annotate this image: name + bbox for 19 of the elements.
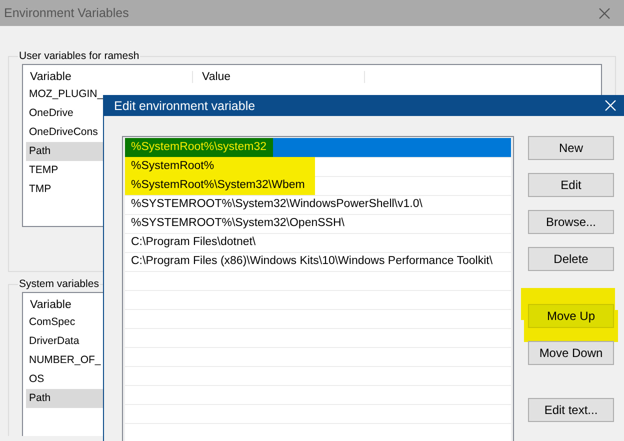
- dialog-button[interactable]: Browse...: [528, 210, 614, 234]
- list-item[interactable]: %SYSTEMROOT%\System32\OpenSSH\: [125, 214, 511, 233]
- dialog-button[interactable]: Delete: [528, 247, 614, 271]
- dialog-button[interactable]: Move Down: [528, 341, 614, 365]
- list-item[interactable]: C:\Program Files (x86)\Windows Kits\10\Windows Performance Toolkit\: [125, 252, 511, 271]
- window-title: Environment Variables: [4, 6, 129, 20]
- dialog-button[interactable]: Edit text...: [528, 398, 614, 422]
- list-item[interactable]: C:\Program Files\dotnet\: [125, 233, 511, 252]
- list-item[interactable]: %SystemRoot%\system32: [125, 138, 511, 157]
- column-header: Value: [198, 70, 365, 82]
- column-header: Variable: [26, 70, 193, 82]
- list-item[interactable]: %SYSTEMROOT%\System32\WindowsPowerShell\v1.0\: [125, 195, 511, 214]
- group-label: User variables for ramesh: [18, 50, 140, 62]
- list-item[interactable]: %SystemRoot%\System32\Wbem: [125, 176, 315, 195]
- window-title: Edit environment variable: [114, 98, 256, 112]
- group-label: System variables: [18, 278, 100, 290]
- dialog-button[interactable]: Edit: [528, 173, 614, 197]
- dialog-button[interactable]: New: [528, 136, 614, 160]
- list-item[interactable]: %SystemRoot%: [125, 157, 315, 176]
